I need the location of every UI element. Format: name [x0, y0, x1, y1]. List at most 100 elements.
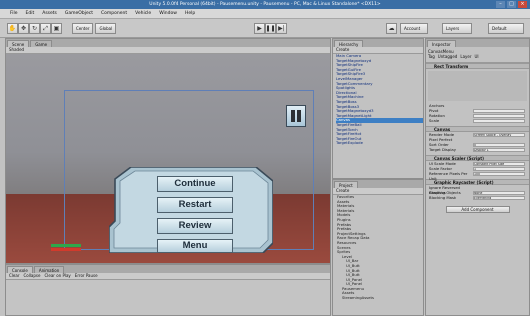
main-toolbar: ✋ ✥ ↻ ⤢ ▣ Center Global ▶ ❚❚ ▶| ☁ Accoun… [0, 19, 530, 38]
inspector-panel: Inspector CanvasMenu Tag Untagged Layer … [425, 38, 530, 316]
scale-field[interactable] [473, 118, 525, 123]
window-controls: – □ × [496, 1, 527, 8]
menu-help[interactable]: Help [185, 11, 195, 16]
pause-menu-panel: Continue Restart Review Menu [109, 167, 273, 253]
layer-label: Layer [460, 54, 472, 59]
scene-viewport[interactable]: Continue Restart Review Menu [6, 54, 330, 263]
scene-panel: Scene Game Shaded Continue Restart Revie… [5, 38, 331, 264]
sort-order-field[interactable]: 0 [473, 142, 525, 147]
pause-bar-left [291, 110, 295, 122]
tab-animation[interactable]: Animation [33, 266, 65, 273]
tag-label: Tag [428, 54, 435, 59]
scene-toolbar: Shaded [6, 47, 330, 54]
blocking-mask-row[interactable]: Blocking Mask Everything [426, 195, 529, 200]
play-controls: ▶ ❚❚ ▶| [254, 23, 287, 34]
rect-transform-header[interactable]: Rect Transform [426, 63, 529, 69]
minimize-button[interactable]: – [496, 1, 505, 8]
menu-component[interactable]: Component [101, 11, 127, 16]
window-titlebar: Unity 5.0.0f4 Personal (64bit) - Pauseme… [0, 0, 530, 9]
layout-dropdown[interactable]: Default [488, 23, 524, 34]
red-gizmo [51, 248, 81, 251]
tab-game[interactable]: Game [30, 40, 53, 47]
inspector-tabbar: Inspector [426, 39, 529, 47]
pause-icon[interactable]: ❚❚ [265, 23, 276, 34]
rotate-tool-icon[interactable]: ↻ [29, 23, 40, 34]
ref-pixels-label: Reference Pixels Per Unit [429, 171, 468, 181]
console-collapse[interactable]: Collapse [23, 273, 40, 279]
menu-file[interactable]: File [10, 11, 18, 16]
target-display-row[interactable]: Target Display Display 1 [426, 147, 529, 152]
console-tabbar: Console Animation [6, 265, 330, 273]
transform-tools: ✋ ✥ ↻ ⤢ ▣ [7, 23, 62, 34]
project-panel: Project Create Favorites Assets Materials M… [332, 179, 424, 316]
green-gizmo [51, 244, 81, 247]
restart-button[interactable]: Restart [157, 197, 233, 213]
play-icon[interactable]: ▶ [254, 23, 265, 34]
rect-transform-fields [428, 71, 527, 101]
tab-console[interactable]: Console [7, 266, 33, 273]
target-display-dropdown[interactable]: Display 1 [473, 147, 525, 152]
layer-dropdown[interactable]: UI [475, 54, 479, 59]
layers-dropdown[interactable]: Layers [442, 23, 472, 34]
ref-pixels-field[interactable]: 100 [473, 171, 525, 176]
continue-button[interactable]: Continue [157, 176, 233, 192]
menu-vehicle[interactable]: Vehicle [135, 11, 151, 16]
cloud-icon[interactable]: ☁ [386, 23, 397, 34]
console-panel: Console Animation Clear Collapse Clear o… [5, 264, 331, 316]
console-error-pause[interactable]: Error Pause [75, 273, 98, 279]
pivot-field[interactable] [473, 108, 525, 113]
menu-window[interactable]: Window [159, 11, 177, 16]
menu-assets[interactable]: Assets [42, 11, 57, 16]
scene-tabbar: Scene Game [6, 39, 330, 47]
hierarchy-tabbar: Hierarchy [333, 39, 423, 47]
scale-row[interactable]: Scale [426, 118, 529, 123]
account-dropdown[interactable]: Account [400, 23, 428, 34]
menu-button[interactable]: Menu [157, 239, 233, 253]
inspector-header: CanvasMenu Tag Untagged Layer UI [426, 47, 529, 63]
unity-editor-window: Unity 5.0.0f4 Personal (64bit) - Pauseme… [0, 0, 530, 316]
hierarchy-item[interactable]: TargetExplode [336, 141, 423, 146]
tab-inspector[interactable]: Inspector [427, 40, 456, 47]
rotation-field[interactable] [473, 113, 525, 118]
add-component-button[interactable]: Add Component [445, 206, 510, 213]
menu-edit[interactable]: Edit [26, 11, 35, 16]
pivot-toggles: Center Global [72, 23, 118, 34]
hierarchy-list: Main Camera TargetMagnetoxyd TargetShipFir… [333, 53, 423, 146]
ref-pixels-row[interactable]: Reference Pixels Per Unit 100 [426, 171, 529, 181]
blocking-objects-dropdown[interactable]: None [473, 190, 525, 195]
pause-button[interactable] [286, 105, 306, 127]
step-icon[interactable]: ▶| [276, 23, 287, 34]
close-button[interactable]: × [518, 1, 527, 8]
pivot-toggle[interactable]: Center [72, 23, 94, 34]
console-toolbar: Clear Collapse Clear on Play Error Pause [6, 273, 330, 280]
hierarchy-panel: Hierarchy Create Main Camera TargetMagnet… [332, 38, 424, 179]
pause-bar-right [297, 110, 301, 122]
console-clear[interactable]: Clear [9, 273, 19, 279]
scale-tool-icon[interactable]: ⤢ [40, 23, 51, 34]
review-button[interactable]: Review [157, 218, 233, 234]
tab-project[interactable]: Project [334, 181, 358, 188]
project-tabbar: Project [333, 180, 423, 188]
tag-dropdown[interactable]: Untagged [438, 54, 458, 59]
maximize-button[interactable]: □ [507, 1, 516, 8]
window-title: Unity 5.0.0f4 Personal (64bit) - Pauseme… [149, 2, 381, 7]
console-clear-on-play[interactable]: Clear on Play [44, 273, 70, 279]
target-display-label: Target Display [429, 147, 456, 152]
shading-mode-dropdown[interactable]: Shaded [9, 47, 24, 53]
render-mode-dropdown[interactable]: Screen Space - Overlay [473, 132, 525, 137]
tab-hierarchy[interactable]: Hierarchy [334, 40, 364, 47]
ui-scale-mode-dropdown[interactable]: Constant Pixel Size [473, 161, 525, 166]
move-tool-icon[interactable]: ✥ [18, 23, 29, 34]
rect-tool-icon[interactable]: ▣ [51, 23, 62, 34]
hand-tool-icon[interactable]: ✋ [7, 23, 18, 34]
tab-scene[interactable]: Scene [7, 40, 30, 47]
scale-label: Scale [429, 118, 440, 123]
scale-factor-field[interactable]: 1 [473, 166, 525, 171]
menu-bar: File Edit Assets GameObject Component Ve… [0, 9, 530, 19]
menu-gameobject[interactable]: GameObject [65, 11, 93, 16]
blocking-mask-label: Blocking Mask [429, 195, 457, 200]
space-toggle[interactable]: Global [95, 23, 117, 34]
project-tree: Favorites Assets Materials Materials Models P… [333, 194, 423, 301]
blocking-mask-dropdown[interactable]: Everything [473, 195, 525, 200]
project-item[interactable]: StreamingAssets [333, 295, 423, 301]
